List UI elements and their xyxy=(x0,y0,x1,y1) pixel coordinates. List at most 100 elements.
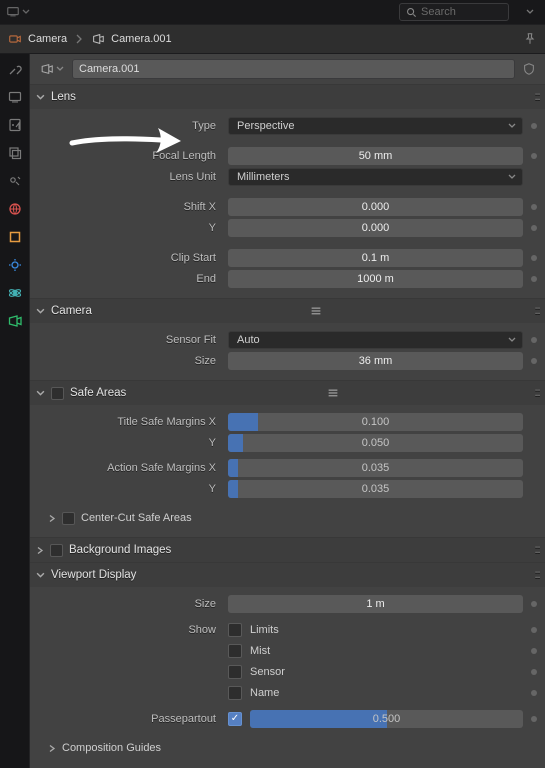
viewport-size-field[interactable]: 1 m xyxy=(228,595,523,613)
shift-y-field[interactable]: 0.000 xyxy=(228,219,523,237)
drag-grip-icon[interactable]: :::: xyxy=(534,91,539,103)
chevron-down-icon xyxy=(508,336,516,344)
tab-scene[interactable] xyxy=(6,172,24,190)
panel-camera-header[interactable]: Camera :::: xyxy=(30,299,545,323)
sensor-size-value: 36 mm xyxy=(359,355,393,367)
drag-grip-icon[interactable]: :::: xyxy=(534,569,539,581)
focal-length-value: 50 mm xyxy=(359,150,393,162)
show-sensor-label: Sensor xyxy=(246,663,523,681)
tab-viewlayer[interactable] xyxy=(6,144,24,162)
sensor-size-field[interactable]: 36 mm xyxy=(228,352,523,370)
action-safe-y-label: Y xyxy=(36,483,224,495)
panel-viewport-title: Viewport Display xyxy=(51,569,136,581)
keyframe-dot[interactable] xyxy=(531,716,537,722)
shift-x-field[interactable]: 0.000 xyxy=(228,198,523,216)
subpanel-center-cut[interactable]: Center-Cut Safe Areas xyxy=(30,507,545,529)
drag-grip-icon[interactable]: :::: xyxy=(534,305,539,317)
search-box[interactable] xyxy=(399,3,509,21)
search-input[interactable] xyxy=(421,6,502,18)
keyframe-dot[interactable] xyxy=(531,627,537,633)
presets-icon[interactable] xyxy=(309,304,323,318)
keyframe-dot[interactable] xyxy=(531,255,537,261)
shift-y-value: 0.000 xyxy=(362,222,390,234)
keyframe-dot[interactable] xyxy=(531,690,537,696)
focal-length-field[interactable]: 50 mm xyxy=(228,147,523,165)
center-cut-enable-checkbox[interactable] xyxy=(62,512,75,525)
clip-end-field[interactable]: 1000 m xyxy=(228,270,523,288)
chevron-right-icon xyxy=(75,34,83,44)
search-icon xyxy=(406,7,417,18)
pin-icon[interactable] xyxy=(523,32,537,46)
keyframe-dot[interactable] xyxy=(531,337,537,343)
sensor-fit-label: Sensor Fit xyxy=(36,334,224,346)
sensor-fit-dropdown[interactable]: Auto xyxy=(228,331,523,349)
action-safe-x-value: 0.035 xyxy=(362,462,390,474)
passepartout-field[interactable]: 0.500 xyxy=(250,710,523,728)
subpanel-composition-guides[interactable]: Composition Guides xyxy=(30,737,545,759)
editor-type-menu[interactable] xyxy=(6,5,30,19)
show-sensor-checkbox[interactable] xyxy=(228,665,242,679)
breadcrumb-object[interactable]: Camera xyxy=(8,32,67,46)
tab-render[interactable] xyxy=(6,88,24,106)
keyframe-dot[interactable] xyxy=(531,276,537,282)
title-safe-x-label: Title Safe Margins X xyxy=(36,416,224,428)
panel-viewport-header[interactable]: Viewport Display :::: xyxy=(30,563,545,587)
tab-constraints[interactable] xyxy=(6,256,24,274)
presets-icon[interactable] xyxy=(326,386,340,400)
panel-bg-header[interactable]: Background Images :::: xyxy=(30,538,545,562)
panel-background-images: Background Images :::: xyxy=(30,537,545,562)
type-dropdown[interactable]: Perspective xyxy=(228,117,523,135)
datablock-name: Camera.001 xyxy=(79,63,140,75)
clip-end-value: 1000 m xyxy=(357,273,394,285)
composition-guides-label: Composition Guides xyxy=(62,742,161,754)
drag-grip-icon[interactable]: :::: xyxy=(534,387,539,399)
bg-enable-checkbox[interactable] xyxy=(50,544,63,557)
tab-world[interactable] xyxy=(6,200,24,218)
datablock-name-field[interactable]: Camera.001 xyxy=(72,59,515,79)
keyframe-dot[interactable] xyxy=(531,204,537,210)
header-bar xyxy=(0,0,545,24)
tab-physics[interactable] xyxy=(6,284,24,302)
panel-camera-title: Camera xyxy=(51,305,92,317)
title-safe-x-field[interactable]: 0.100 xyxy=(228,413,523,431)
keyframe-dot[interactable] xyxy=(531,123,537,129)
panel-lens-title: Lens xyxy=(51,91,76,103)
sensor-fit-value: Auto xyxy=(237,334,260,346)
panel-safe-header[interactable]: Safe Areas :::: xyxy=(30,381,545,405)
panel-lens-header[interactable]: Lens :::: xyxy=(30,85,545,109)
passepartout-value: 0.500 xyxy=(373,713,401,725)
filter-dropdown[interactable] xyxy=(521,3,539,21)
action-safe-x-field[interactable]: 0.035 xyxy=(228,459,523,477)
keyframe-dot[interactable] xyxy=(531,153,537,159)
shift-x-value: 0.000 xyxy=(362,201,390,213)
title-safe-y-label: Y xyxy=(36,437,224,449)
tab-data-camera[interactable] xyxy=(6,312,24,330)
lens-unit-dropdown[interactable]: Millimeters xyxy=(228,168,523,186)
action-safe-y-field[interactable]: 0.035 xyxy=(228,480,523,498)
passepartout-checkbox[interactable] xyxy=(228,712,242,726)
safe-areas-enable-checkbox[interactable] xyxy=(51,387,64,400)
keyframe-dot[interactable] xyxy=(531,225,537,231)
clip-start-field[interactable]: 0.1 m xyxy=(228,249,523,267)
tab-tool[interactable] xyxy=(6,60,24,78)
tab-object[interactable] xyxy=(6,228,24,246)
chevron-down-icon xyxy=(36,571,45,580)
datablock-type[interactable] xyxy=(36,62,68,76)
action-safe-y-value: 0.035 xyxy=(362,483,390,495)
panel-lens: Lens :::: Type Perspective Focal Length xyxy=(30,84,545,298)
breadcrumb-row: Camera Camera.001 xyxy=(0,24,545,54)
keyframe-dot[interactable] xyxy=(531,601,537,607)
breadcrumb-data[interactable]: Camera.001 xyxy=(91,32,172,46)
tab-output[interactable] xyxy=(6,116,24,134)
drag-grip-icon[interactable]: :::: xyxy=(534,544,539,556)
title-safe-y-field[interactable]: 0.050 xyxy=(228,434,523,452)
keyframe-dot[interactable] xyxy=(531,358,537,364)
keyframe-dot[interactable] xyxy=(531,648,537,654)
keyframe-dot[interactable] xyxy=(531,669,537,675)
properties-content: Camera.001 Lens :::: Type Perspectiv xyxy=(30,54,545,768)
show-mist-checkbox[interactable] xyxy=(228,644,242,658)
show-limits-checkbox[interactable] xyxy=(228,623,242,637)
show-name-checkbox[interactable] xyxy=(228,686,242,700)
fake-user-toggle[interactable] xyxy=(519,59,539,79)
clip-start-value: 0.1 m xyxy=(362,252,390,264)
